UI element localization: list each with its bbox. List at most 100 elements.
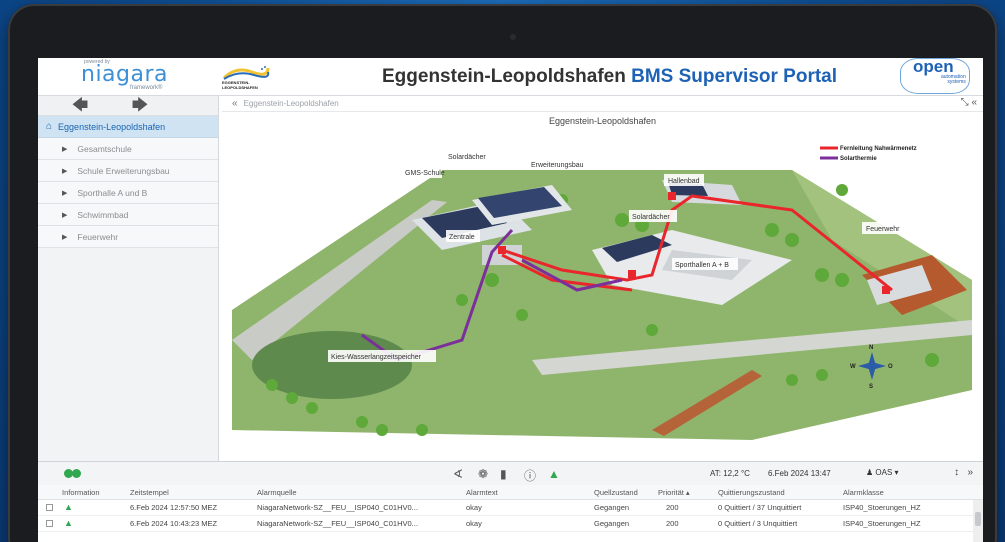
sidebar-item-label: Sporthalle A und B xyxy=(77,187,148,198)
scroll-thumb[interactable] xyxy=(975,512,981,526)
col-zeitstempel[interactable]: Zeitstempel xyxy=(130,488,169,497)
sort-icon[interactable]: ↕ xyxy=(954,467,959,478)
label-zentrale: Zentrale xyxy=(449,234,475,241)
col-alarmtext[interactable]: Alarmtext xyxy=(466,488,498,497)
label-kies: Kies-Wasserlangzeitspeicher xyxy=(331,354,422,361)
alarm-table: Information Zeitstempel Alarmquelle Alar… xyxy=(38,485,983,542)
compass-n: N xyxy=(869,345,873,351)
col-information[interactable]: Information xyxy=(62,488,100,497)
home-icon: ⌂ xyxy=(46,121,53,132)
chart-icon[interactable]: ∢ xyxy=(453,467,463,481)
tree-root-label: Eggenstein-Leopoldshafen xyxy=(58,121,166,132)
collapse-right-icon[interactable]: « xyxy=(971,97,977,108)
sidebar: 🡄 🡆 ⌂ Eggenstein-Leopoldshafen ▶ Gesamts… xyxy=(38,96,219,461)
bell-icon[interactable]: ▲ xyxy=(548,467,560,481)
cell-alarmtext: okay xyxy=(466,519,482,528)
label-gms: GMS-Schule xyxy=(405,170,445,177)
cell-quellzustand: Gegangen xyxy=(594,503,630,512)
expand-triangle-icon: ▶ xyxy=(62,233,68,241)
main-view: « Eggenstein-Leopoldshafen ⤡ « Eggenstei… xyxy=(222,96,983,461)
table-header: Information Zeitstempel Alarmquelle Alar… xyxy=(38,485,983,500)
sidebar-item-gesamtschule[interactable]: ▶ Gesamtschule xyxy=(38,138,218,160)
col-prioritaet[interactable]: Priorität ▴ xyxy=(658,488,690,497)
cell-zeitstempel: 6.Feb 2024 10:43:23 MEZ xyxy=(130,519,218,528)
document-icon[interactable]: ▮ xyxy=(500,467,507,481)
expand-triangle-icon: ▶ xyxy=(62,167,68,175)
sidebar-item-schwimmbad[interactable]: ▶ Schwimmbad xyxy=(38,204,218,226)
screen: powered by niagara framework® EGGENSTEIN… xyxy=(38,58,983,542)
row-checkbox[interactable] xyxy=(46,504,53,511)
user-menu[interactable]: ♟ OAS ▾ xyxy=(866,468,899,477)
user-name: OAS ▾ xyxy=(875,468,899,477)
view-title: Eggenstein-Leopoldshafen xyxy=(548,116,657,126)
campus-graphic: Solardächer GMS-Schule Erweiterungsbau H… xyxy=(232,146,972,440)
legend-fernleitung: Fernleitung Nahwärmenetz xyxy=(840,146,917,152)
fan-icon[interactable]: ❁ xyxy=(478,467,488,481)
breadcrumb-item[interactable]: Eggenstein-Leopoldshafen xyxy=(244,99,339,108)
legend: Fernleitung Nahwärmenetz Solarthermie xyxy=(820,146,917,162)
bell-icon: ▲ xyxy=(64,502,73,512)
tablet-frame: powered by niagara framework® EGGENSTEIN… xyxy=(8,4,997,542)
sidebar-item-sporthalle[interactable]: ▶ Sporthalle A und B xyxy=(38,182,218,204)
label-solardaecher-1: Solardächer xyxy=(448,154,486,161)
cell-alarmtext: okay xyxy=(466,503,482,512)
compass-s: S xyxy=(869,384,873,390)
label-hallenbad: Hallenbad xyxy=(668,178,700,185)
info-icon[interactable]: ⓘ xyxy=(524,467,536,484)
table-row[interactable]: ▲ 6.Feb 2024 10:43:23 MEZ NiagaraNetwork… xyxy=(38,516,983,532)
breadcrumb: « Eggenstein-Leopoldshafen xyxy=(222,96,983,112)
col-quittierungszustand[interactable]: Quittierungszustand xyxy=(718,488,785,497)
view-controls: ⤡ « xyxy=(961,97,977,108)
user-icon: ♟ xyxy=(866,468,874,477)
page-title-part1: Eggenstein-Leopoldshafen xyxy=(382,66,632,87)
bell-icon: ▲ xyxy=(64,518,73,528)
legend-solarthermie: Solarthermie xyxy=(840,156,877,162)
open-logo-sub: automation systems xyxy=(941,75,966,85)
expand-triangle-icon: ▶ xyxy=(62,145,68,153)
sidebar-item-feuerwehr[interactable]: ▶ Feuerwehr xyxy=(38,226,218,248)
tree-root[interactable]: ⌂ Eggenstein-Leopoldshafen xyxy=(38,116,218,138)
collapse-left-icon[interactable]: « xyxy=(232,98,238,109)
cell-quellzustand: Gegangen xyxy=(594,519,630,528)
town-logo-line2: LEOPOLDSHAFEN xyxy=(222,85,258,90)
town-logo-text: EGGENSTEIN- LEOPOLDSHAFEN xyxy=(222,80,258,90)
cell-quittierungszustand: 0 Quittiert / 37 Unquittiert xyxy=(718,503,802,512)
sidebar-item-label: Schule Erweiterungsbau xyxy=(77,165,170,176)
cell-alarmklasse: ISP40_Stoerungen_HZ xyxy=(843,519,921,528)
table-scrollbar[interactable] xyxy=(973,500,983,542)
nav-arrows: 🡄 🡆 xyxy=(38,96,218,116)
toolbar-right-controls: ↕ » xyxy=(954,467,973,478)
sidebar-item-label: Feuerwehr xyxy=(77,231,119,242)
cell-alarmklasse: ISP40_Stoerungen_HZ xyxy=(843,503,921,512)
arrow-right-icon[interactable]: 🡆 xyxy=(110,97,170,115)
fullscreen-icon[interactable]: ⤡ xyxy=(961,97,969,108)
town-logo-wave-icon xyxy=(222,66,270,80)
table-row[interactable]: ▲ 6.Feb 2024 12:57:50 MEZ NiagaraNetwork… xyxy=(38,500,983,516)
page-title: Eggenstein-Leopoldshafen BMS Supervisor … xyxy=(382,66,837,88)
cell-prioritaet: 200 xyxy=(666,503,679,512)
col-alarmquelle[interactable]: Alarmquelle xyxy=(257,488,297,497)
alarm-toolbar: ∢ ❁ ▮ ⓘ ▲ AT: 12,2 °C 6.Feb 2024 13:47 ♟… xyxy=(38,461,983,485)
outside-temperature: AT: 12,2 °C xyxy=(710,469,750,478)
label-sporthallen: Sporthallen A + B xyxy=(675,262,729,269)
town-logo: EGGENSTEIN- LEOPOLDSHAFEN xyxy=(222,62,292,92)
label-solardaecher-2: Solardächer xyxy=(632,214,670,221)
compass-w: W xyxy=(850,364,856,370)
arrow-left-icon[interactable]: 🡄 xyxy=(50,97,110,115)
sidebar-item-label: Schwimmbad xyxy=(77,209,129,220)
status-dot-icon xyxy=(72,469,81,478)
collapse-down-icon[interactable]: » xyxy=(967,467,973,478)
camera xyxy=(510,34,516,40)
niagara-logo: niagara xyxy=(81,62,169,87)
col-quellzustand[interactable]: Quellzustand xyxy=(594,488,638,497)
row-checkbox[interactable] xyxy=(46,520,53,527)
compass-o: O xyxy=(888,364,893,370)
expand-triangle-icon: ▶ xyxy=(62,211,68,219)
sidebar-item-schule-erweiterungsbau[interactable]: ▶ Schule Erweiterungsbau xyxy=(38,160,218,182)
col-alarmklasse[interactable]: Alarmklasse xyxy=(843,488,884,497)
header: powered by niagara framework® EGGENSTEIN… xyxy=(38,58,983,96)
cell-prioritaet: 200 xyxy=(666,519,679,528)
label-feuerwehr: Feuerwehr xyxy=(866,226,900,233)
sidebar-item-label: Gesamtschule xyxy=(77,143,132,154)
current-datetime: 6.Feb 2024 13:47 xyxy=(768,469,831,478)
